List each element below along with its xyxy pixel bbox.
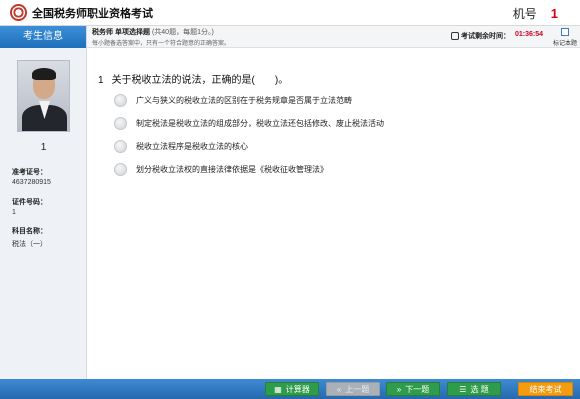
option-text[interactable]: 广义与狭义的税收立法的区别在于税务规章是否属于立法范畴 [136,95,352,106]
question-type-label: 税务师 单项选择题 [92,29,150,36]
prev-label: 上一题 [345,384,370,394]
option-radio[interactable] [114,93,127,107]
question-type: 税务师 单项选择题 (共40题，每题1分。) [92,27,214,37]
double-chevron-left-icon: « [336,384,342,394]
option-text[interactable]: 税收立法程序是税收立法的核心 [136,141,248,152]
timer-value: 01:36:54 [515,31,544,38]
double-chevron-right-icon: » [396,384,402,394]
timer-label: 考试剩余时间： [461,33,510,40]
calculator-button[interactable]: ▦ 计算器 [265,382,319,396]
seat-number: 1 [40,142,47,153]
bottom-toolbar: ▦ 计算器 «上一题 » 下一题 ☰ 选 题 结束考试 [0,379,580,399]
tax-emblem-icon [10,4,27,21]
ticket-value: 4637280915 [12,179,51,186]
clock-icon [451,32,459,40]
option-radio[interactable] [114,162,127,176]
machine-label: 机号 [512,7,537,21]
subject-value: 税法（一） [12,241,47,248]
prev-question-button[interactable]: «上一题 [326,382,380,396]
id-value: 1 [12,209,16,216]
app-title: 全国税务师职业资格考试 [32,8,153,20]
calculator-icon: ▦ [274,384,282,394]
finish-exam-button[interactable]: 结束考试 [518,382,573,396]
machine-number: 机号 1 [513,5,558,22]
option-radio[interactable] [114,139,127,153]
question-text: 关于税收立法的说法，正确的是( )。 [111,75,289,86]
finish-label: 结束考试 [529,384,562,394]
answer-option[interactable]: 税收立法程序是税收立法的核心 [114,139,248,153]
option-text[interactable]: 制定税法是税收立法的组成部分，税收立法还包括修改、废止税法活动 [136,118,384,129]
question-stem: 1 关于税收立法的说法，正确的是( )。 [98,71,288,86]
ticket-label: 准考证号： [12,169,47,176]
id-label: 证件号码： [12,199,47,206]
candidate-info-header: 考生信息 [0,26,86,48]
next-question-button[interactable]: » 下一题 [386,382,440,396]
app-header: 全国税务师职业资格考试 机号 1 [0,0,580,26]
answer-option[interactable]: 划分税收立法权的直接法律依据是《税收征收管理法》 [114,162,328,176]
question-type-bar: 税务师 单项选择题 (共40题，每题1分。) 每小题备选答案中，只有一个符合题意的… [87,26,580,48]
list-icon: ☰ [459,384,467,394]
answer-option[interactable]: 广义与狭义的税收立法的区别在于税务规章是否属于立法范畴 [114,93,352,107]
next-label: 下一题 [405,384,430,394]
answer-option[interactable]: 制定税法是税收立法的组成部分，税收立法还包括修改、废止税法活动 [114,116,384,130]
select-label: 选 题 [470,384,489,394]
machine-number-value: 1 [550,6,558,21]
candidate-photo [17,60,70,132]
calculator-label: 计算器 [285,384,310,394]
candidate-info-panel: 考生信息 1 准考证号： 4637280915 证件号码： 1 科目名称： 税法… [0,26,87,379]
option-text[interactable]: 划分税收立法权的直接法律依据是《税收征收管理法》 [136,164,328,175]
question-hint: 每小题备选答案中，只有一个符合题意的正确答案。 [92,41,231,47]
question-type-sub: (共40题，每题1分。) [151,29,214,36]
subject-label: 科目名称： [12,228,47,235]
mark-question-label[interactable]: 标记本题 [553,38,577,47]
mark-question-checkbox[interactable] [561,28,569,36]
option-radio[interactable] [114,116,127,130]
select-question-button[interactable]: ☰ 选 题 [447,382,501,396]
question-number: 1 [98,75,104,86]
